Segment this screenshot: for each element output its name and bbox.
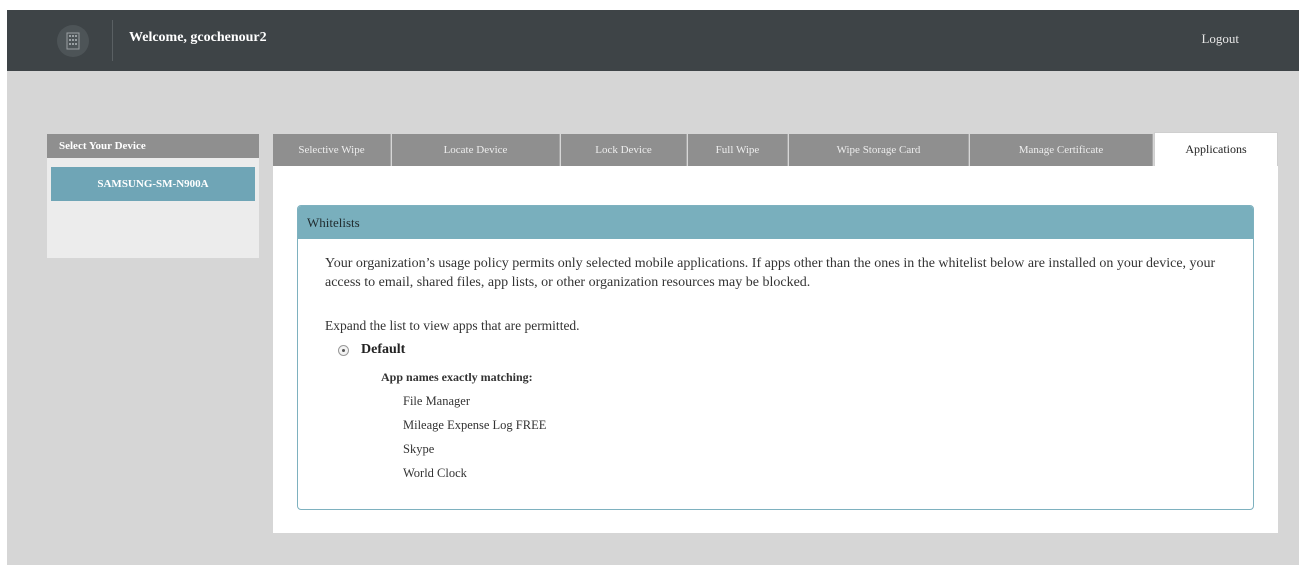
top-strip bbox=[7, 0, 1299, 10]
tab-bar: Selective Wipe Locate Device Lock Device… bbox=[273, 132, 1278, 166]
tab-locate-device[interactable]: Locate Device bbox=[392, 134, 560, 166]
top-bar: Welcome, gcochenour2 Logout bbox=[7, 10, 1299, 71]
whitelist-panel: Whitelists Your organization’s usage pol… bbox=[297, 205, 1254, 510]
list-item: Skype bbox=[403, 442, 435, 456]
window-frame bbox=[0, 0, 7, 565]
expand-instructions: Expand the list to view apps that are pe… bbox=[325, 318, 580, 333]
group-row: Default bbox=[338, 342, 405, 358]
list-item: Mileage Expense Log FREE bbox=[403, 418, 547, 432]
device-button[interactable]: SAMSUNG-SM-N900A bbox=[51, 167, 255, 201]
header-separator bbox=[112, 20, 113, 61]
list-item: File Manager bbox=[403, 394, 470, 408]
tab-applications[interactable]: Applications bbox=[1154, 132, 1278, 166]
logout-link[interactable]: Logout bbox=[1201, 31, 1239, 47]
radio-expand-icon[interactable] bbox=[338, 344, 349, 356]
tab-manage-certificate[interactable]: Manage Certificate bbox=[970, 134, 1153, 166]
building-icon bbox=[57, 25, 89, 57]
tab-lock-device[interactable]: Lock Device bbox=[561, 134, 687, 166]
welcome-text: Welcome, gcochenour2 bbox=[129, 30, 267, 45]
list-item: World Clock bbox=[403, 466, 467, 480]
tab-selective-wipe[interactable]: Selective Wipe bbox=[273, 134, 391, 166]
policy-text: Your organization’s usage policy permits… bbox=[325, 256, 1216, 290]
tab-content: Whitelists Your organization’s usage pol… bbox=[273, 166, 1278, 533]
match-label: App names exactly matching: bbox=[381, 370, 533, 384]
sidebar-title: Select Your Device bbox=[47, 134, 259, 158]
tab-wipe-storage-card[interactable]: Wipe Storage Card bbox=[789, 134, 969, 166]
tab-full-wipe[interactable]: Full Wipe bbox=[688, 134, 788, 166]
group-label[interactable]: Default bbox=[361, 342, 405, 358]
panel-title: Whitelists bbox=[298, 206, 1253, 239]
device-sidebar: Select Your Device SAMSUNG-SM-N900A bbox=[47, 134, 259, 258]
